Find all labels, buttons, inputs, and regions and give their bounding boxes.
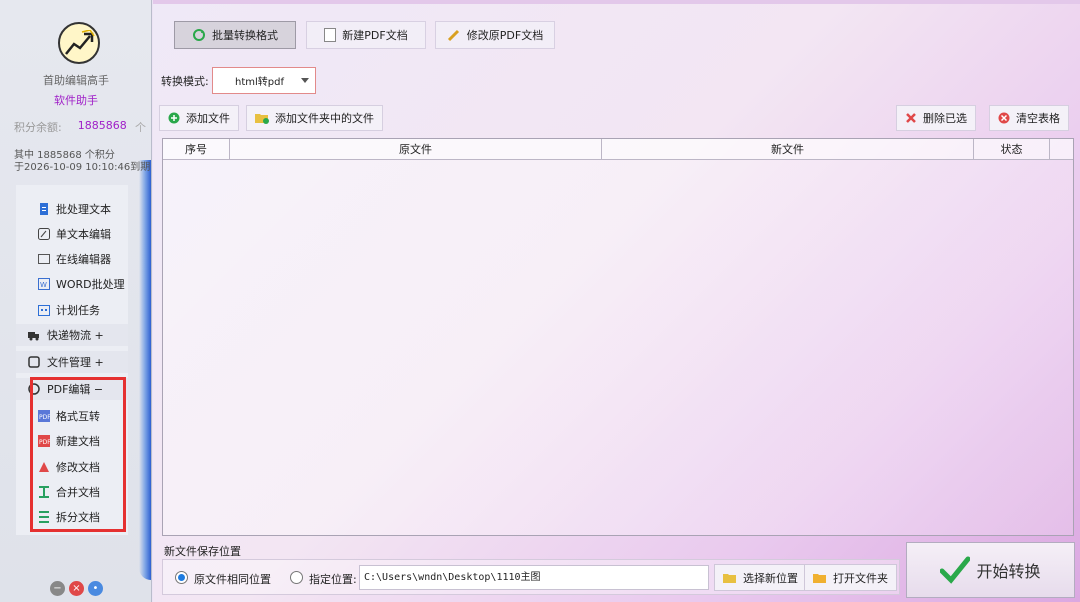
points-unit: 个 bbox=[135, 121, 146, 134]
delete-icon bbox=[906, 113, 916, 123]
chevron-down-icon bbox=[301, 78, 309, 83]
button-label: 添加文件夹中的文件 bbox=[275, 112, 374, 125]
button-label: 删除已选 bbox=[923, 112, 967, 125]
file-manage-icon bbox=[28, 356, 40, 368]
mode-label: 转换模式: bbox=[161, 75, 209, 88]
edit-icon bbox=[38, 228, 50, 240]
menu-category-files[interactable]: 文件管理 + bbox=[16, 351, 128, 373]
table-header: 序号 原文件 新文件 状态 bbox=[163, 139, 1073, 160]
app-subtitle: 软件助手 bbox=[54, 94, 98, 107]
menu-item-batch-text[interactable]: 批处理文本 bbox=[38, 198, 111, 220]
column-header-index[interactable]: 序号 bbox=[163, 139, 230, 159]
add-file-button[interactable]: 添加文件 bbox=[159, 105, 239, 131]
mode-value: html转pdf bbox=[235, 77, 284, 88]
menu-category-label: 文件管理 + bbox=[47, 356, 104, 369]
pencil-icon bbox=[447, 29, 459, 42]
app-name: 首助编辑高手 bbox=[43, 74, 109, 87]
tab-modify-pdf[interactable]: 修改原PDF文档 bbox=[435, 21, 555, 49]
refresh-icon bbox=[193, 29, 205, 41]
save-location-title: 新文件保存位置 bbox=[164, 545, 241, 558]
button-label: 添加文件 bbox=[186, 112, 230, 125]
menu-category-logistics[interactable]: 快递物流 + bbox=[16, 324, 128, 346]
tab-new-pdf[interactable]: 新建PDF文档 bbox=[306, 21, 426, 49]
points-value: 1885868 bbox=[77, 119, 127, 132]
document-icon bbox=[40, 203, 48, 215]
column-header-filler bbox=[1050, 139, 1073, 159]
add-icon bbox=[168, 112, 180, 124]
menu-item-single-text[interactable]: 单文本编辑 bbox=[38, 223, 111, 245]
button-label: 开始转换 bbox=[976, 562, 1041, 581]
column-header-source[interactable]: 原文件 bbox=[230, 139, 602, 159]
points-expire: 于2026-10-09 10:10:46到期 bbox=[14, 162, 151, 173]
menu-item-label: 批处理文本 bbox=[56, 203, 111, 216]
mode-select[interactable]: html转pdf bbox=[212, 67, 316, 94]
points-balance: 积分余额: 1885868 个 bbox=[14, 119, 146, 135]
choose-location-button[interactable]: 选择新位置 bbox=[714, 564, 807, 591]
chart-icon bbox=[65, 30, 95, 55]
folder-icon bbox=[723, 573, 736, 583]
clear-table-button[interactable]: 清空表格 bbox=[989, 105, 1069, 131]
checkmark-icon bbox=[940, 556, 971, 584]
menu-item-label: 在线编辑器 bbox=[56, 253, 111, 266]
calendar-icon bbox=[38, 305, 50, 316]
column-header-target[interactable]: 新文件 bbox=[602, 139, 974, 159]
book-icon bbox=[38, 254, 50, 264]
menu-item-label: 单文本编辑 bbox=[56, 228, 111, 241]
menu-item-label: 计划任务 bbox=[56, 304, 100, 317]
radio-same-label[interactable]: 原文件相同位置 bbox=[194, 571, 271, 587]
add-folder-button[interactable]: 添加文件夹中的文件 bbox=[246, 105, 383, 131]
tab-batch-convert[interactable]: 批量转换格式 bbox=[174, 21, 296, 49]
svg-text:W: W bbox=[40, 281, 47, 289]
folder-add-icon bbox=[255, 114, 269, 124]
button-label: 清空表格 bbox=[1016, 112, 1060, 125]
app-logo bbox=[58, 22, 100, 64]
save-location-options: 原文件相同位置 指定位置: C:\Users\wndn\Desktop\1110… bbox=[162, 559, 900, 595]
save-location-panel: 新文件保存位置 原文件相同位置 指定位置: C:\Users\wndn\Desk… bbox=[162, 540, 900, 598]
blank-page-icon bbox=[324, 28, 337, 42]
sidebar: 首助编辑高手 软件助手 积分余额: 1885868 个 其中 1885868 个… bbox=[0, 0, 152, 602]
tab-label: 新建PDF文档 bbox=[342, 29, 408, 42]
main-panel: 批量转换格式 新建PDF文档 修改原PDF文档 转换模式: html转pdf 添… bbox=[153, 0, 1080, 602]
sidebar-decoration bbox=[139, 160, 151, 580]
open-folder-icon bbox=[813, 573, 826, 583]
radio-custom-label[interactable]: 指定位置: bbox=[309, 571, 357, 587]
start-convert-button[interactable]: 开始转换 bbox=[906, 542, 1075, 598]
menu-item-word-batch[interactable]: W WORD批处理 bbox=[38, 273, 125, 295]
menu-category-label: 快递物流 + bbox=[47, 329, 104, 342]
save-path-input[interactable]: C:\Users\wndn\Desktop\1110主图 bbox=[359, 565, 709, 590]
top-edge bbox=[153, 0, 1080, 4]
file-table[interactable]: 序号 原文件 新文件 状态 bbox=[162, 138, 1074, 536]
menu-item-online-editor[interactable]: 在线编辑器 bbox=[38, 248, 111, 270]
minimize-icon[interactable]: − bbox=[50, 581, 65, 596]
tab-label: 修改原PDF文档 bbox=[466, 29, 544, 42]
button-label: 打开文件夹 bbox=[833, 571, 888, 585]
close-icon[interactable]: × bbox=[69, 581, 84, 596]
button-label: 选择新位置 bbox=[743, 571, 798, 585]
open-folder-button[interactable]: 打开文件夹 bbox=[804, 564, 897, 591]
menu-item-scheduled-task[interactable]: 计划任务 bbox=[38, 299, 100, 321]
points-label: 积分余额: bbox=[14, 121, 62, 134]
window-controls: − × • bbox=[50, 581, 103, 596]
delete-selected-button[interactable]: 删除已选 bbox=[896, 105, 976, 131]
settings-icon[interactable]: • bbox=[88, 581, 103, 596]
radio-same-location[interactable] bbox=[175, 571, 188, 584]
truck-icon bbox=[28, 332, 39, 341]
word-icon: W bbox=[38, 278, 50, 290]
tab-label: 批量转换格式 bbox=[212, 29, 278, 42]
highlight-box bbox=[30, 377, 126, 532]
menu-item-label: WORD批处理 bbox=[56, 278, 125, 291]
column-header-status[interactable]: 状态 bbox=[974, 139, 1050, 159]
radio-custom-location[interactable] bbox=[290, 571, 303, 584]
clear-icon bbox=[998, 112, 1010, 124]
